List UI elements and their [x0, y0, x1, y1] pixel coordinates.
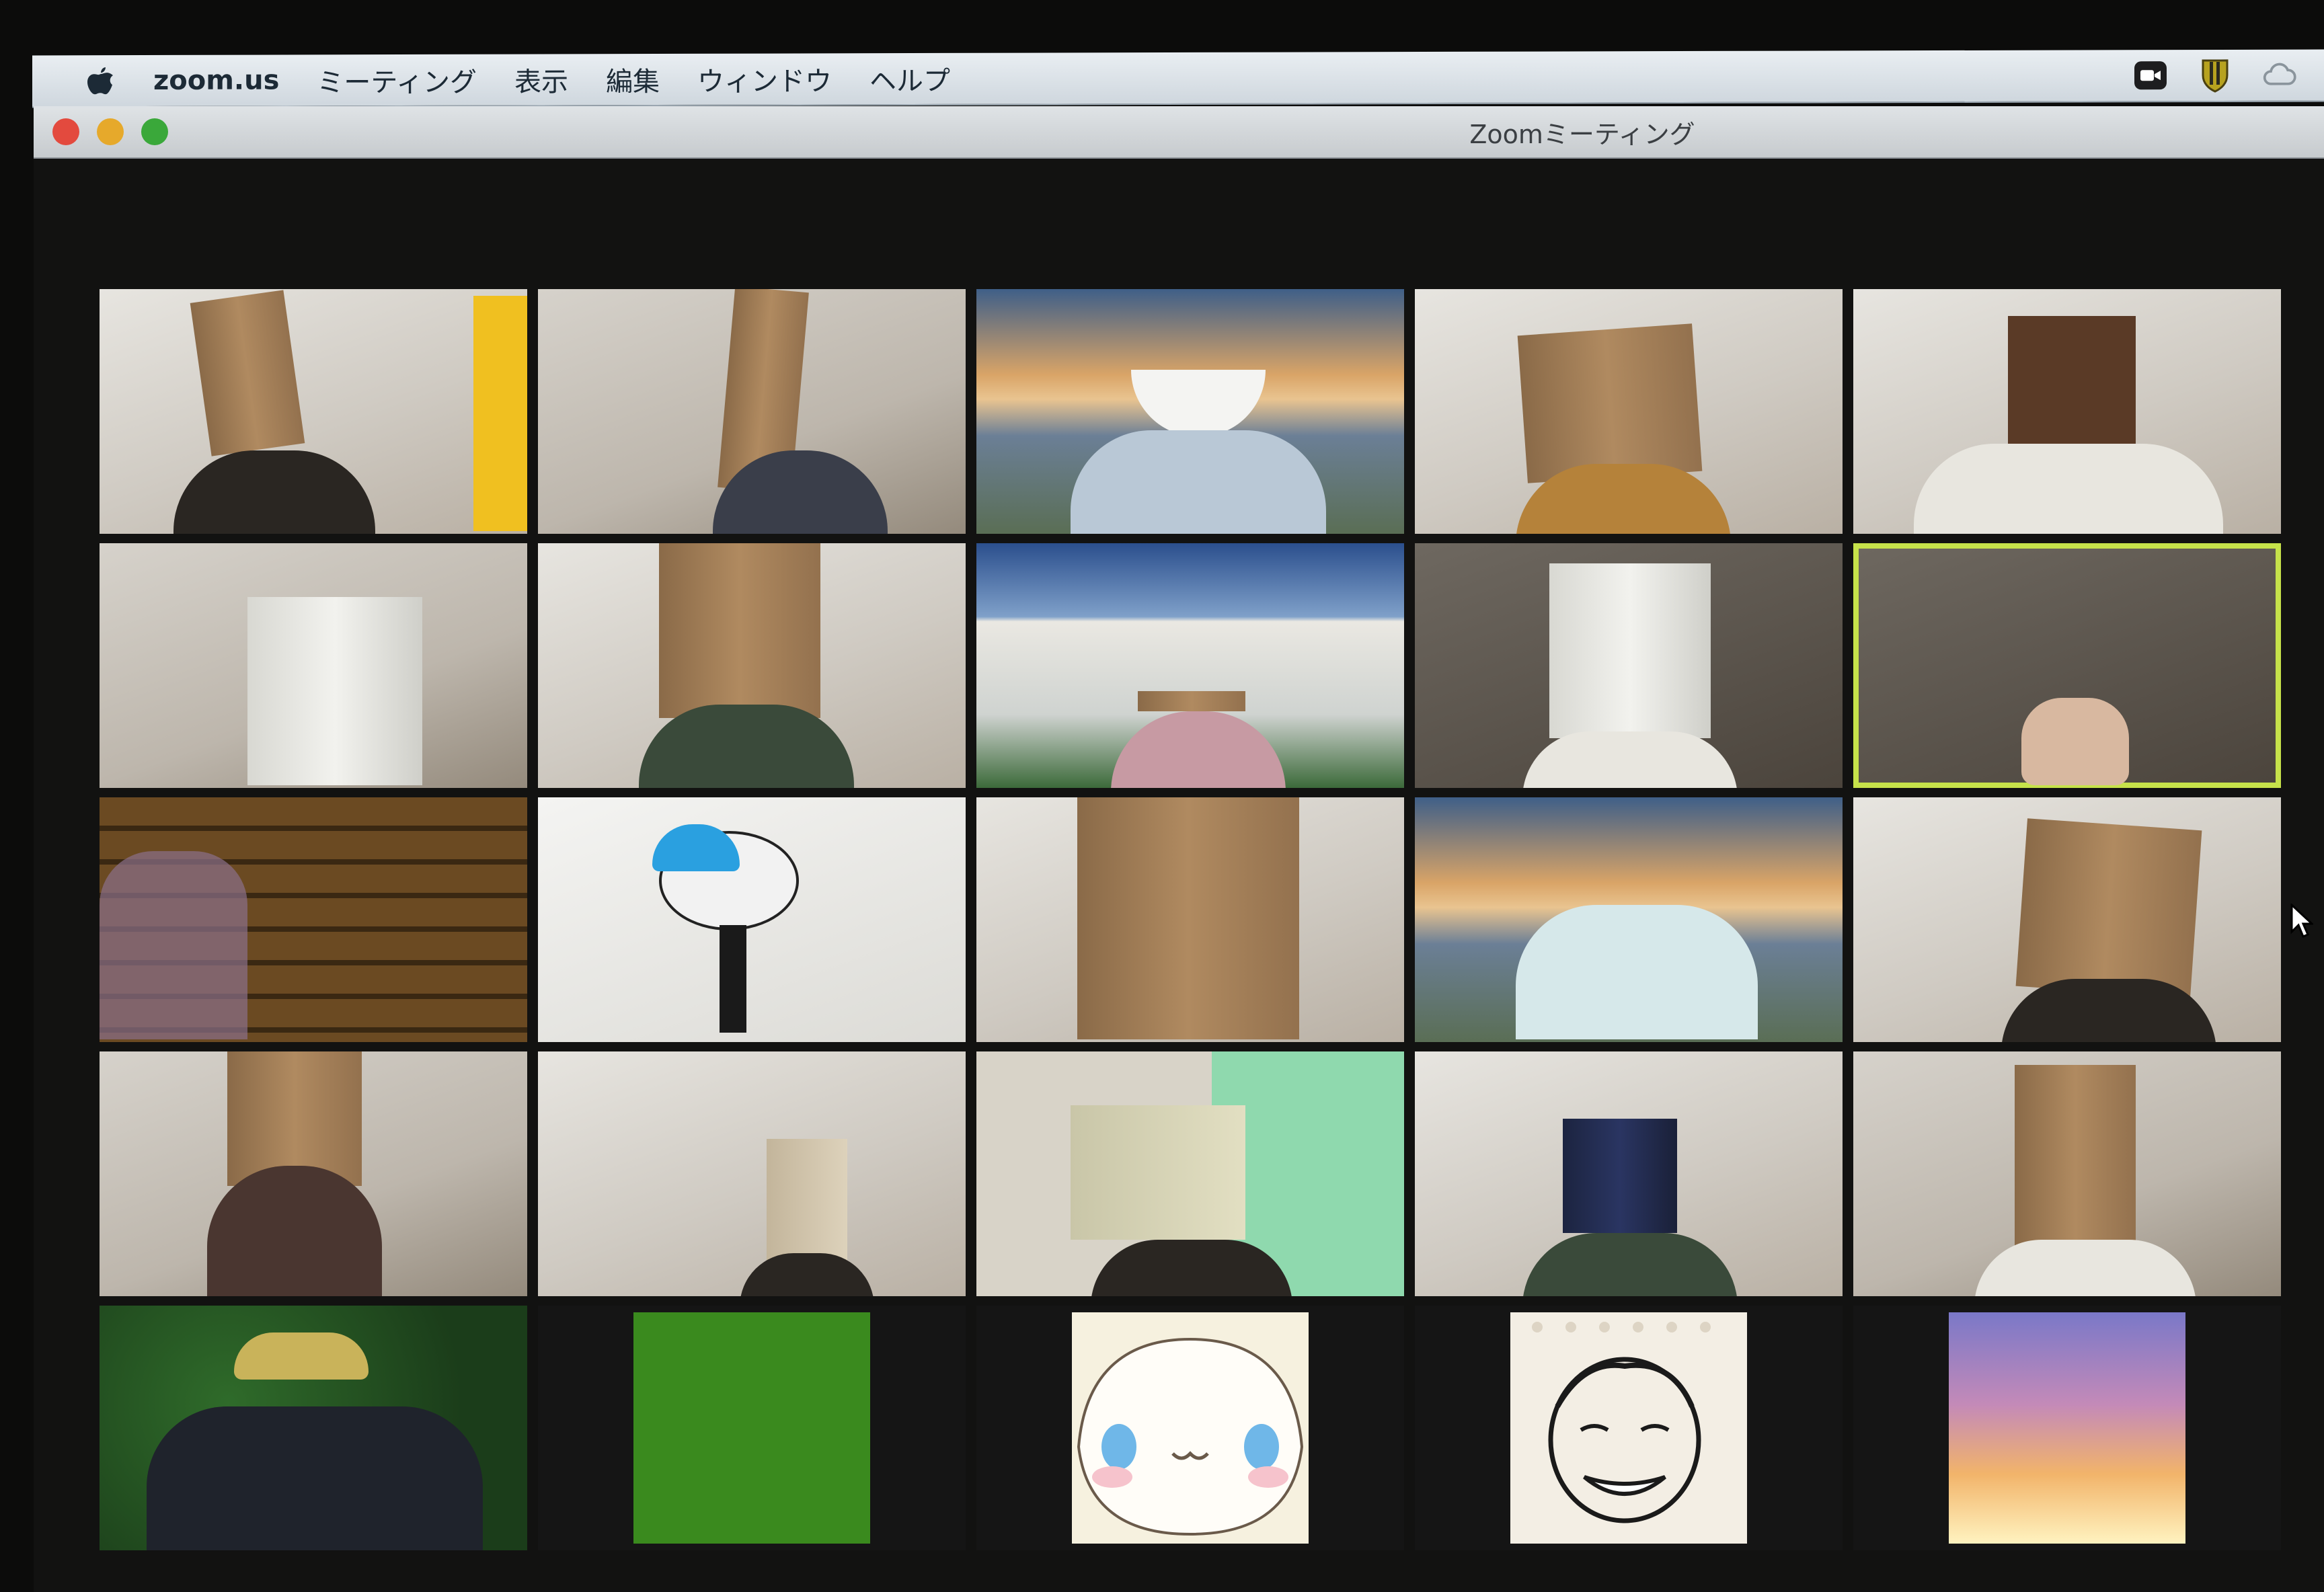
avatar-tile-r5c2[interactable] — [538, 1306, 966, 1550]
macos-menu-bar: zoom.us ミーティング 表示 編集 ウィンドウ ヘルプ — [32, 49, 2324, 108]
app-menu-zoom[interactable]: zoom.us — [153, 65, 279, 95]
video-tile-r1c2[interactable] — [538, 289, 966, 534]
shield-icon[interactable] — [2198, 59, 2233, 93]
video-tile-r2c3[interactable] — [976, 543, 1404, 788]
video-tile-r1c4[interactable] — [1415, 289, 1843, 534]
avatar-tile-r5c5[interactable] — [1853, 1306, 2281, 1550]
menu-window[interactable]: ウィンドウ — [697, 59, 832, 99]
avatar-green-square — [633, 1312, 870, 1544]
menu-view[interactable]: 表示 — [514, 60, 568, 99]
video-tile-r4c2[interactable] — [538, 1051, 966, 1296]
video-tile-r1c3[interactable] — [976, 289, 1404, 534]
avatar-tile-r5c3[interactable] — [976, 1306, 1404, 1550]
window-title: Zoomミーティング — [1469, 119, 1695, 149]
video-tile-r5c1[interactable] — [100, 1306, 527, 1550]
menu-bar-tray — [2133, 59, 2297, 93]
creative-cloud-icon[interactable] — [2262, 59, 2297, 91]
video-tile-r2c1[interactable] — [100, 543, 527, 788]
video-tile-r3c3[interactable] — [976, 797, 1404, 1042]
meeting-area — [34, 159, 2324, 1592]
video-tile-r4c1[interactable] — [100, 1051, 527, 1296]
window-title-bar: Zoomミーティング — [34, 106, 2324, 159]
video-tile-r2c4[interactable] — [1415, 543, 1843, 788]
avatar-tile-r5c4[interactable] — [1415, 1306, 1843, 1550]
zoom-camera-icon[interactable] — [2133, 59, 2168, 91]
video-tile-r3c1[interactable] — [100, 797, 527, 1042]
video-tile-r3c4[interactable] — [1415, 797, 1843, 1042]
video-tile-r2c2[interactable] — [538, 543, 966, 788]
video-tile-r4c4[interactable] — [1415, 1051, 1843, 1296]
avatar-cinnamoroll — [1072, 1312, 1309, 1544]
video-tile-r2c5-active-speaker[interactable] — [1853, 543, 2281, 788]
arrow-cursor-icon — [2290, 902, 2315, 941]
video-tile-r3c5[interactable] — [1853, 797, 2281, 1042]
video-tile-r3c2[interactable] — [538, 797, 966, 1042]
menu-edit[interactable]: 編集 — [606, 60, 660, 99]
video-tile-r4c5[interactable] — [1853, 1051, 2281, 1296]
gallery-view-grid — [100, 289, 2281, 1550]
menu-meeting[interactable]: ミーティング — [317, 61, 477, 100]
video-tile-r1c1[interactable] — [100, 289, 527, 534]
video-tile-r4c3[interactable] — [976, 1051, 1404, 1296]
video-tile-r1c5[interactable] — [1853, 289, 2281, 534]
menu-help[interactable]: ヘルプ — [869, 59, 950, 98]
avatar-anime-still — [1949, 1312, 2185, 1544]
apple-icon[interactable] — [77, 65, 124, 97]
avatar-face-drawing — [1510, 1312, 1747, 1544]
